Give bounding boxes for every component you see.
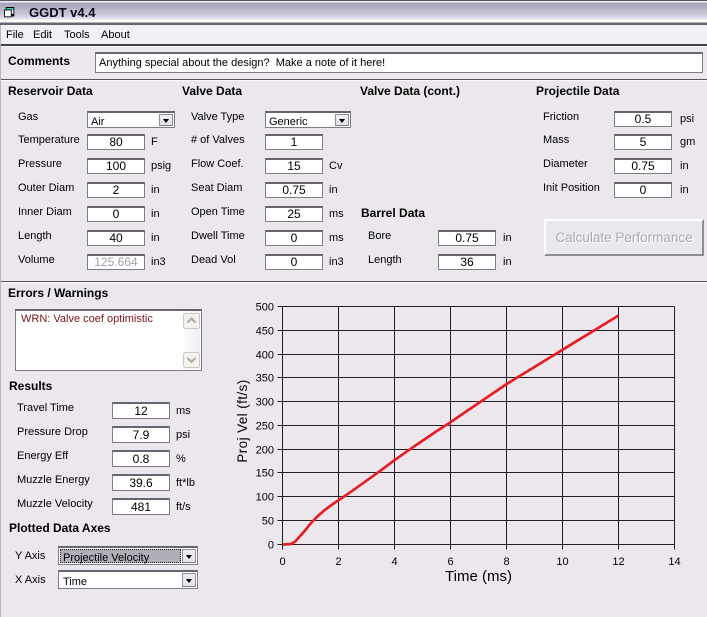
svg-text:Proj Vel (ft/s): Proj Vel (ft/s): [235, 379, 250, 462]
svg-text:300: 300: [256, 397, 274, 409]
svg-text:2: 2: [335, 556, 341, 568]
svg-text:250: 250: [256, 421, 274, 433]
svg-text:Time (ms): Time (ms): [445, 568, 512, 585]
svg-text:10: 10: [556, 556, 568, 568]
svg-text:6: 6: [447, 556, 453, 568]
svg-text:400: 400: [256, 350, 274, 362]
svg-text:350: 350: [256, 373, 274, 385]
svg-text:50: 50: [262, 516, 274, 528]
svg-text:8: 8: [503, 556, 509, 568]
svg-text:4: 4: [391, 556, 397, 568]
svg-text:0: 0: [268, 540, 274, 552]
svg-text:150: 150: [256, 468, 274, 480]
svg-text:200: 200: [256, 445, 274, 457]
svg-text:450: 450: [256, 326, 274, 338]
svg-text:12: 12: [612, 556, 624, 568]
svg-text:0: 0: [279, 556, 285, 568]
svg-text:100: 100: [256, 492, 274, 504]
svg-text:500: 500: [256, 302, 274, 314]
svg-text:14: 14: [668, 556, 680, 568]
